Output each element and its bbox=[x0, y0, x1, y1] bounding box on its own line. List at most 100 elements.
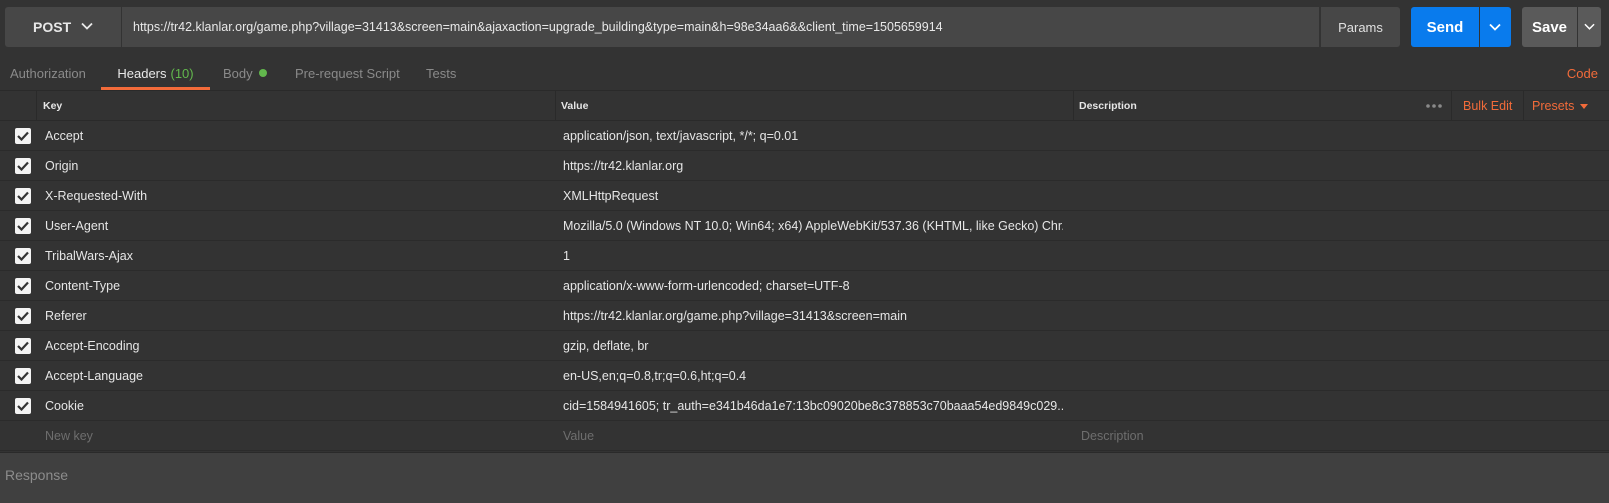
header-key[interactable]: Accept bbox=[45, 121, 550, 150]
header-row: Content-Type application/x-www-form-urlen… bbox=[0, 271, 1609, 301]
response-panel: Response bbox=[0, 452, 1609, 503]
request-bar: POST https://tr42.klanlar.org/game.php?v… bbox=[5, 7, 1601, 48]
header-row: X-Requested-With XMLHttpRequest bbox=[0, 181, 1609, 211]
header-enabled-checkbox[interactable] bbox=[15, 128, 31, 144]
header-enabled-checkbox[interactable] bbox=[15, 398, 31, 414]
header-value[interactable]: Mozilla/5.0 (Windows NT 10.0; Win64; x64… bbox=[563, 211, 1063, 240]
header-value[interactable]: https://tr42.klanlar.org/game.php?villag… bbox=[563, 301, 1063, 330]
tab-label: Pre-request Script bbox=[295, 65, 400, 81]
header-row: Accept application/json, text/javascript,… bbox=[0, 121, 1609, 151]
params-button[interactable]: Params bbox=[1321, 7, 1400, 47]
presets-dropdown[interactable]: Presets bbox=[1532, 91, 1589, 121]
header-value[interactable]: application/x-www-form-urlencoded; chars… bbox=[563, 271, 1063, 300]
tab-label: Tests bbox=[426, 65, 457, 81]
header-row: Accept-Language en-US,en;q=0.8,tr;q=0.6,h… bbox=[0, 361, 1609, 391]
tab-pre-request-script[interactable]: Pre-request Script bbox=[295, 56, 400, 90]
header-key[interactable]: Content-Type bbox=[45, 271, 550, 300]
checkmark-icon bbox=[17, 191, 29, 201]
header-key[interactable]: Cookie bbox=[45, 391, 550, 420]
checkmark-icon bbox=[17, 371, 29, 381]
tab-authorization[interactable]: Authorization bbox=[10, 56, 86, 90]
send-button[interactable]: Send bbox=[1411, 7, 1479, 47]
header-row: Referer https://tr42.klanlar.org/game.php… bbox=[0, 301, 1609, 331]
method-label: POST bbox=[33, 19, 72, 35]
checkmark-icon bbox=[17, 221, 29, 231]
header-value[interactable]: gzip, deflate, br bbox=[563, 331, 1063, 360]
header-key[interactable]: X-Requested-With bbox=[45, 181, 550, 210]
header-enabled-checkbox[interactable] bbox=[15, 248, 31, 264]
column-value: Value bbox=[561, 100, 589, 112]
header-row: User-Agent Mozilla/5.0 (Windows NT 10.0; … bbox=[0, 211, 1609, 241]
header-row: TribalWars-Ajax 1 bbox=[0, 241, 1609, 271]
tab-body[interactable]: Body bbox=[223, 56, 267, 90]
url-input[interactable]: https://tr42.klanlar.org/game.php?villag… bbox=[122, 7, 1319, 47]
header-enabled-checkbox[interactable] bbox=[15, 188, 31, 204]
header-enabled-checkbox[interactable] bbox=[15, 308, 31, 324]
header-key[interactable]: Origin bbox=[45, 151, 550, 180]
tab-label: Authorization bbox=[10, 65, 86, 81]
more-options-icon[interactable] bbox=[1424, 100, 1444, 112]
header-description[interactable] bbox=[1081, 151, 1581, 180]
response-label: Response bbox=[5, 467, 69, 483]
headers-table: Key Value Description Bulk Edit Presets … bbox=[0, 90, 1609, 451]
save-button[interactable]: Save bbox=[1522, 7, 1577, 47]
code-link[interactable]: Code bbox=[1567, 56, 1598, 90]
tab-label: Body bbox=[223, 65, 253, 81]
header-description[interactable] bbox=[1081, 181, 1581, 210]
header-description[interactable] bbox=[1081, 361, 1581, 390]
tab-headers[interactable]: Headers (10) bbox=[101, 56, 210, 90]
header-enabled-checkbox[interactable] bbox=[15, 368, 31, 384]
header-description[interactable] bbox=[1081, 241, 1581, 270]
new-key-input[interactable]: New key bbox=[45, 421, 550, 450]
header-row: Cookie cid=1584941605; tr_auth=e341b46da1… bbox=[0, 391, 1609, 421]
chevron-down-icon bbox=[1584, 23, 1595, 30]
header-value[interactable]: https://tr42.klanlar.org bbox=[563, 151, 1063, 180]
checkmark-icon bbox=[17, 161, 29, 171]
header-enabled-checkbox[interactable] bbox=[15, 218, 31, 234]
header-description[interactable] bbox=[1081, 211, 1581, 240]
header-key[interactable]: TribalWars-Ajax bbox=[45, 241, 550, 270]
header-description[interactable] bbox=[1081, 271, 1581, 300]
header-enabled-checkbox[interactable] bbox=[15, 158, 31, 174]
header-row: Accept-Encoding gzip, deflate, br bbox=[0, 331, 1609, 361]
header-value[interactable]: XMLHttpRequest bbox=[563, 181, 1063, 210]
checkmark-icon bbox=[17, 341, 29, 351]
header-key[interactable]: User-Agent bbox=[45, 211, 550, 240]
header-description[interactable] bbox=[1081, 121, 1581, 150]
tab-label: Headers bbox=[117, 65, 167, 81]
presets-label: Presets bbox=[1532, 99, 1575, 113]
send-options-button[interactable] bbox=[1480, 7, 1511, 47]
caret-down-icon bbox=[1580, 103, 1589, 109]
header-value[interactable]: 1 bbox=[563, 241, 1063, 270]
header-key[interactable]: Accept-Encoding bbox=[45, 331, 550, 360]
column-description: Description bbox=[1079, 100, 1137, 112]
checkmark-icon bbox=[17, 251, 29, 261]
chevron-down-icon bbox=[81, 22, 93, 30]
header-value[interactable]: en-US,en;q=0.8,tr;q=0.6,ht;q=0.4 bbox=[563, 361, 1063, 390]
chevron-down-icon bbox=[1489, 23, 1501, 31]
new-value-input[interactable]: Value bbox=[563, 421, 1063, 450]
header-value[interactable]: cid=1584941605; tr_auth=e341b46da1e7:13b… bbox=[563, 391, 1063, 420]
checkmark-icon bbox=[17, 281, 29, 291]
body-status-dot bbox=[258, 69, 267, 77]
header-key[interactable]: Accept-Language bbox=[45, 361, 550, 390]
method-select[interactable]: POST bbox=[5, 7, 121, 47]
new-description-input[interactable]: Description bbox=[1081, 421, 1581, 450]
bulk-edit-button[interactable]: Bulk Edit bbox=[1463, 91, 1512, 121]
headers-count: (10) bbox=[170, 65, 194, 81]
request-tabs: Authorization Headers (10) Body Pre-requ… bbox=[0, 56, 1609, 90]
tab-tests[interactable]: Tests bbox=[426, 56, 456, 90]
save-options-button[interactable] bbox=[1578, 7, 1601, 47]
header-key[interactable]: Referer bbox=[45, 301, 550, 330]
header-description[interactable] bbox=[1081, 331, 1581, 360]
column-key: Key bbox=[43, 100, 63, 112]
header-enabled-checkbox[interactable] bbox=[15, 338, 31, 354]
header-description[interactable] bbox=[1081, 301, 1581, 330]
checkmark-icon bbox=[17, 311, 29, 321]
table-header: Key Value Description Bulk Edit Presets bbox=[0, 90, 1609, 121]
checkmark-icon bbox=[17, 401, 29, 411]
header-description[interactable] bbox=[1081, 391, 1581, 420]
header-enabled-checkbox[interactable] bbox=[15, 278, 31, 294]
new-header-row: New key Value Description bbox=[0, 421, 1609, 451]
header-value[interactable]: application/json, text/javascript, */*; … bbox=[563, 121, 1063, 150]
